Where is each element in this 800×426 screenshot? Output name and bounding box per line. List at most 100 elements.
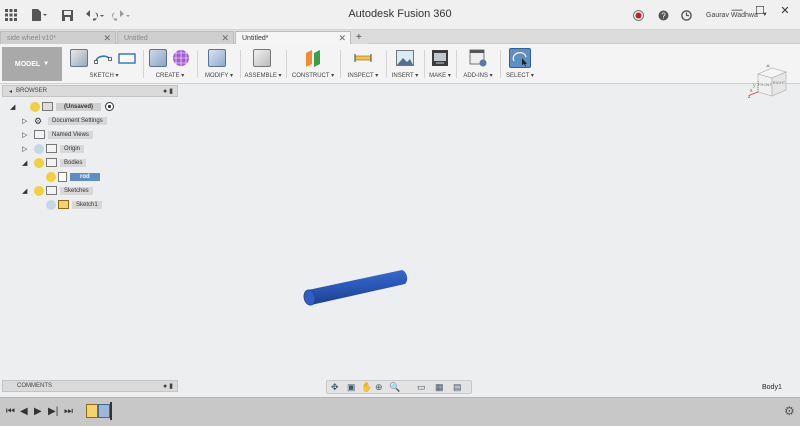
tree-origin[interactable]: ▷ Origin <box>22 143 85 154</box>
new-tab-button[interactable]: + <box>352 31 368 44</box>
close-icon[interactable]: ✕ <box>221 33 229 44</box>
rod-body[interactable] <box>298 266 416 312</box>
browser-header[interactable]: ◂ BROWSER ● ▮ <box>2 85 178 97</box>
maximize-button[interactable]: ☐ <box>749 4 771 17</box>
gear-icon[interactable]: ⚙ <box>784 404 795 418</box>
tab-untitled[interactable]: Untitled ✕ <box>117 31 234 44</box>
viewcube-right-face[interactable]: RIGHT <box>773 80 786 85</box>
modify-group[interactable]: MODIFY ▾ <box>200 47 238 81</box>
3d-print-icon[interactable] <box>431 49 449 67</box>
divider <box>240 50 241 78</box>
timeline-sketch-feature[interactable] <box>86 404 98 418</box>
expand-triangle-icon[interactable]: ▷ <box>22 117 30 125</box>
construct-group[interactable]: CONSTRUCT ▾ <box>288 47 338 81</box>
close-icon[interactable]: ✕ <box>103 33 111 44</box>
new-component-icon[interactable] <box>253 49 271 67</box>
tab-untitled-active[interactable]: Untitled* ✕ <box>235 31 351 44</box>
viewcube-front-face[interactable]: FRONT <box>758 82 772 87</box>
visibility-bulb-icon[interactable] <box>34 143 44 154</box>
tree-sketch1[interactable]: Sketch1 <box>42 199 102 210</box>
grid-settings-icon[interactable]: ▦ <box>435 382 444 393</box>
rectangle-icon[interactable] <box>118 49 136 67</box>
display-settings-icon[interactable]: ▭ <box>417 382 426 393</box>
minimize-button[interactable]: — <box>726 4 748 16</box>
redo-icon[interactable] <box>110 8 132 22</box>
make-label: MAKE ▾ <box>429 73 451 79</box>
extrude-icon[interactable] <box>149 49 167 67</box>
form-icon[interactable] <box>172 49 190 67</box>
divider <box>197 50 198 78</box>
pan-icon[interactable]: ✋ <box>361 382 372 393</box>
visibility-bulb-icon[interactable] <box>46 171 56 182</box>
sketch-group[interactable]: SKETCH ▾ <box>66 47 142 81</box>
insert-group[interactable]: INSERT ▾ <box>388 47 422 81</box>
home-view-icon[interactable] <box>766 64 770 67</box>
collapse-icon[interactable]: ◂ <box>9 88 12 95</box>
tree-bodies[interactable]: ◢ Bodies <box>22 157 87 168</box>
insert-label: INSERT ▾ <box>391 73 419 79</box>
timeline-extrude-feature[interactable] <box>98 404 110 418</box>
offset-plane-icon[interactable] <box>304 49 322 67</box>
workspace-switcher[interactable]: MODEL ▼ <box>2 47 62 81</box>
tab-label: Untitled* <box>242 34 269 42</box>
pin-icon[interactable]: ● ▮ <box>163 382 173 390</box>
scripts-icon[interactable] <box>469 49 487 67</box>
step-back-icon[interactable]: ◀ <box>20 406 28 417</box>
undo-icon[interactable] <box>84 8 106 22</box>
tree-sketches[interactable]: ◢ Sketches <box>22 185 93 196</box>
divider <box>143 50 144 78</box>
measure-icon[interactable] <box>354 49 372 67</box>
tree-named-views[interactable]: ▷ Named Views <box>22 129 93 140</box>
timeline-marker[interactable] <box>110 402 112 420</box>
viewcube[interactable]: FRONT RIGHT z y x <box>746 62 790 102</box>
divider <box>386 50 387 78</box>
tree-body-rod[interactable]: rod <box>42 171 100 182</box>
expand-triangle-icon[interactable]: ▷ <box>22 131 30 139</box>
line-icon[interactable] <box>94 49 112 67</box>
tree-root[interactable]: ◢ (Unsaved) <box>10 101 115 112</box>
save-icon[interactable] <box>60 8 74 22</box>
create-sketch-icon[interactable] <box>70 49 88 67</box>
go-to-start-icon[interactable]: ⏮ <box>6 406 15 417</box>
visibility-bulb-icon[interactable] <box>34 157 44 168</box>
create-group[interactable]: CREATE ▾ <box>146 47 194 81</box>
expand-triangle-icon[interactable]: ◢ <box>22 159 30 167</box>
expand-triangle-icon[interactable]: ▷ <box>22 145 30 153</box>
fit-icon[interactable]: 🔍 <box>389 382 400 393</box>
expand-triangle-icon[interactable]: ◢ <box>10 103 18 111</box>
step-forward-icon[interactable]: ▶| <box>48 406 58 417</box>
make-group[interactable]: MAKE ▾ <box>426 47 454 81</box>
record-icon[interactable] <box>631 8 645 22</box>
select-group[interactable]: SELECT ▾ <box>502 47 538 81</box>
visibility-bulb-icon[interactable] <box>46 199 56 210</box>
tab-side-wheel[interactable]: side wheel v10* ✕ <box>0 31 116 44</box>
activate-radio-icon[interactable] <box>105 102 115 111</box>
close-icon[interactable]: ✕ <box>338 33 346 44</box>
clock-icon[interactable] <box>679 8 693 22</box>
tree-document-settings[interactable]: ▷ ⚙ Document Settings <box>22 115 107 126</box>
go-to-end-icon[interactable]: ⏭ <box>64 406 73 417</box>
inspect-group[interactable]: INSPECT ▾ <box>342 47 384 81</box>
divider <box>500 50 501 78</box>
comments-panel[interactable]: COMMENTS ● ▮ <box>2 380 178 392</box>
select-icon[interactable] <box>509 48 531 68</box>
close-button[interactable]: ✕ <box>774 4 796 17</box>
visibility-bulb-icon[interactable] <box>34 185 44 196</box>
expand-triangle-icon[interactable]: ◢ <box>22 187 30 195</box>
folder-icon <box>34 130 45 139</box>
viewports-icon[interactable]: ▤ <box>453 382 462 393</box>
file-menu-button[interactable] <box>30 8 48 22</box>
zoom-icon[interactable]: ⊕ <box>375 382 383 393</box>
assemble-group[interactable]: ASSEMBLE ▾ <box>242 47 284 81</box>
press-pull-icon[interactable] <box>208 49 226 67</box>
orbit-icon[interactable]: ✥ <box>331 382 339 393</box>
pin-icon[interactable]: ● ▮ <box>163 87 173 95</box>
add-ins-group[interactable]: ADD-INS ▾ <box>458 47 498 81</box>
insert-image-icon[interactable] <box>396 49 414 67</box>
apps-grid-icon[interactable] <box>4 8 18 22</box>
look-at-icon[interactable]: ▣ <box>347 382 356 393</box>
help-icon[interactable]: ? <box>656 8 670 22</box>
play-icon[interactable]: ▶ <box>34 406 42 417</box>
select-label: SELECT ▾ <box>506 73 534 79</box>
visibility-bulb-icon[interactable] <box>30 101 40 112</box>
